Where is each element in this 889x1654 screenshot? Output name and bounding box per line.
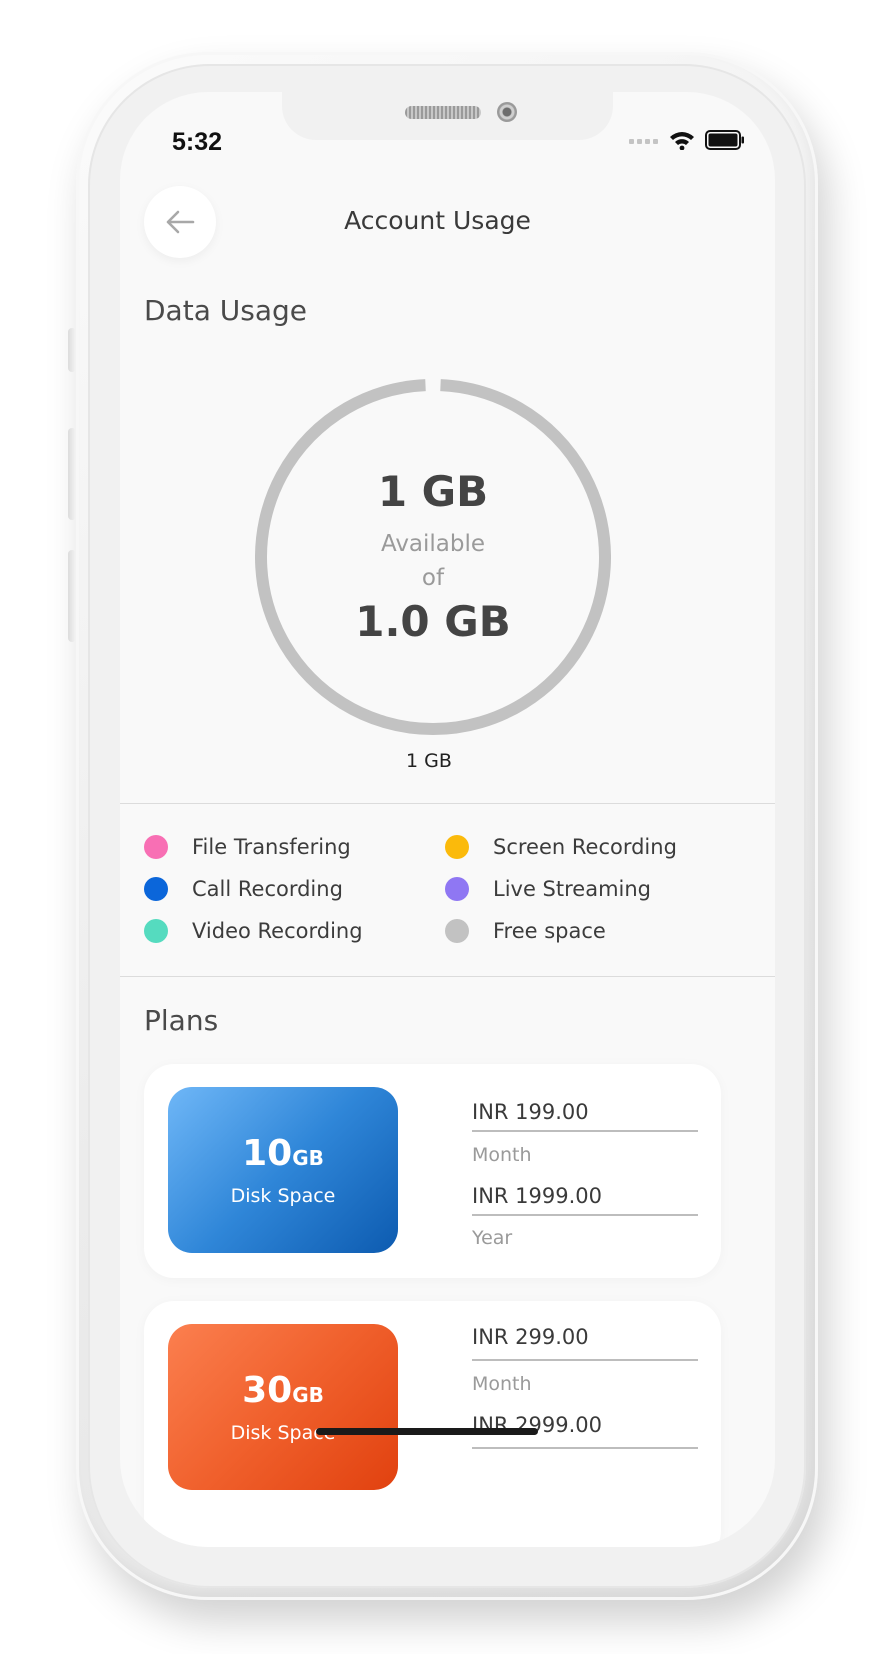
monthly-label: Month: [472, 1144, 532, 1166]
plan-size-value: 10: [242, 1133, 293, 1174]
plan-size-value: 30: [242, 1370, 293, 1411]
legend-dot: [144, 877, 168, 901]
legend-label: Live Streaming: [493, 877, 652, 901]
legend-dot: [144, 835, 168, 859]
battery-icon: [705, 130, 744, 150]
cellular-signal-icon: [629, 139, 658, 144]
divider: [120, 803, 775, 804]
legend-dot: [445, 835, 469, 859]
plan-size: 30GB: [168, 1370, 398, 1411]
of-label: of: [421, 565, 445, 591]
legend-label: Video Recording: [192, 919, 363, 943]
plan-card-10gb[interactable]: 10GB Disk Space INR 199.00 Month INR 199…: [144, 1064, 721, 1278]
wifi-icon: [670, 132, 694, 150]
legend-item-live-streaming: Live Streaming: [445, 877, 651, 901]
legend-label: Free space: [493, 919, 606, 943]
app-screen: 5:32 Account Usage Data Usage 1 GB Avail…: [120, 92, 775, 1547]
legend-item-video-recording: Video Recording: [144, 919, 363, 943]
yearly-price[interactable]: INR 1999.00: [472, 1184, 698, 1216]
status-icons: [629, 130, 745, 150]
plans-title: Plans: [144, 1004, 219, 1037]
plan-description: Disk Space: [230, 1185, 336, 1207]
available-amount: 1 GB: [377, 467, 489, 516]
legend-dot: [144, 919, 168, 943]
legend-label: File Transfering: [192, 835, 351, 859]
total-amount: 1.0 GB: [355, 597, 511, 646]
legend-dot: [445, 919, 469, 943]
page-title: Account Usage: [344, 206, 531, 235]
legend-item-free-space: Free space: [445, 919, 606, 943]
usage-summary: 1 GB Available of 1.0 GB: [255, 379, 611, 735]
divider: [120, 976, 775, 977]
yearly-label: Year: [472, 1227, 513, 1249]
legend-dot: [445, 877, 469, 901]
notch: [282, 92, 613, 140]
plan-card-30gb[interactable]: 30GB Disk Space INR 299.00 Month INR 299…: [144, 1301, 721, 1547]
legend-item-file-transfering: File Transfering: [144, 835, 351, 859]
monthly-price[interactable]: INR 299.00: [472, 1325, 698, 1361]
available-label: Available: [380, 531, 486, 557]
volume-up-button: [68, 428, 76, 520]
legend-label: Call Recording: [192, 877, 343, 901]
speaker-grille: [405, 106, 481, 119]
monthly-price[interactable]: INR 199.00: [472, 1100, 698, 1132]
legend-label: Screen Recording: [493, 835, 677, 859]
plan-size-unit: GB: [292, 1383, 324, 1407]
plan-tile[interactable]: 10GB Disk Space: [168, 1087, 398, 1253]
donut-caption: 1 GB: [406, 750, 452, 772]
mute-switch: [68, 328, 76, 372]
legend-item-screen-recording: Screen Recording: [445, 835, 677, 859]
volume-down-button: [68, 550, 76, 642]
front-camera: [497, 102, 517, 122]
plan-size-unit: GB: [292, 1146, 324, 1170]
data-usage-title: Data Usage: [144, 294, 307, 327]
plan-size: 10GB: [168, 1133, 398, 1174]
monthly-label: Month: [472, 1373, 532, 1395]
status-time: 5:32: [172, 128, 223, 156]
plan-tile[interactable]: 30GB Disk Space: [168, 1324, 398, 1490]
home-indicator[interactable]: [316, 1428, 538, 1435]
legend-item-call-recording: Call Recording: [144, 877, 343, 901]
